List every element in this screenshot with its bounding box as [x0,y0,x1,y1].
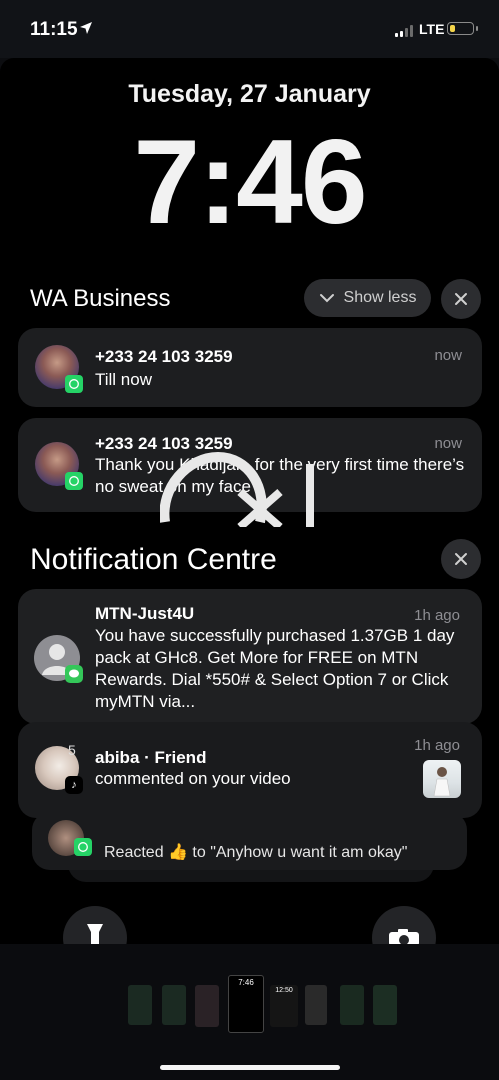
notification-sender: +233 24 103 3259 [95,434,233,453]
status-time: 11:15 [30,19,78,40]
clear-wa-group-button[interactable] [441,279,481,319]
location-arrow-icon [80,22,92,34]
notification-time: 1h ago [414,737,460,754]
thumb-time: 12:50 [275,987,293,994]
whatsapp-badge-icon [74,838,92,856]
notification-body: Till now [95,370,152,389]
tiktok-notification[interactable]: 5 ♪ abiba · Friend 1h ago commented on y… [18,722,482,818]
app-thumbnail[interactable]: 12:50 [270,985,298,1027]
show-less-label: Show less [343,289,417,306]
mtn-notification[interactable]: MTN-Just4U 1h ago You have successfully … [18,589,482,724]
notification-sender: abiba · Friend [95,748,207,767]
notification-time: now [434,347,462,364]
messages-badge-icon [65,665,83,683]
whatsapp-badge-icon [65,472,83,490]
app-thumbnail[interactable] [162,985,186,1025]
close-icon [455,293,467,305]
notification-body: commented on your video [95,769,291,788]
stacked-preview-text: Reacted 👍 to "Anyhow u want it am okay" [104,844,408,861]
camera-icon [389,929,419,946]
notification-sender: +233 24 103 3259 [95,347,233,366]
notification-centre-title: Notification Centre [30,543,277,576]
flashlight-icon [87,924,103,946]
app-thumbnail[interactable] [305,985,327,1025]
show-less-button[interactable]: Show less [304,279,431,317]
whatsapp-badge-icon [65,375,83,393]
notification-body: You have successfully purchased 1.37GB 1… [95,626,455,711]
battery-cap [476,26,478,31]
chevron-down-icon [319,294,334,303]
home-indicator[interactable] [160,1065,340,1070]
app-thumbnail-current[interactable]: 7:46 [228,975,264,1033]
app-thumbnail[interactable] [128,985,152,1025]
thumb-time: 7:46 [238,978,254,987]
close-icon [455,553,467,565]
lock-clock: 7:46 [133,115,367,249]
notification-count: 5 [68,742,76,758]
signal-strength-icon [395,25,413,37]
video-thumbnail [423,760,461,798]
battery-icon [447,22,474,35]
notification-sender: MTN-Just4U [95,604,195,623]
wallpaper-logo [160,452,314,527]
app-thumbnail[interactable] [340,985,364,1025]
lock-date: Tuesday, 27 January [128,80,371,108]
notification-time: now [434,435,462,452]
network-type: LTE [419,21,445,37]
notification-time: 1h ago [414,607,460,624]
tiktok-badge-icon: ♪ [65,776,83,794]
clear-notification-centre-button[interactable] [441,539,481,579]
app-thumbnail[interactable] [373,985,397,1025]
status-bar: 11:15 LTE [0,0,499,58]
wa-business-group-title: WA Business [30,285,171,312]
app-thumbnail[interactable] [195,985,219,1027]
wa-notification-1[interactable]: +233 24 103 3259 now Till now [18,328,482,407]
